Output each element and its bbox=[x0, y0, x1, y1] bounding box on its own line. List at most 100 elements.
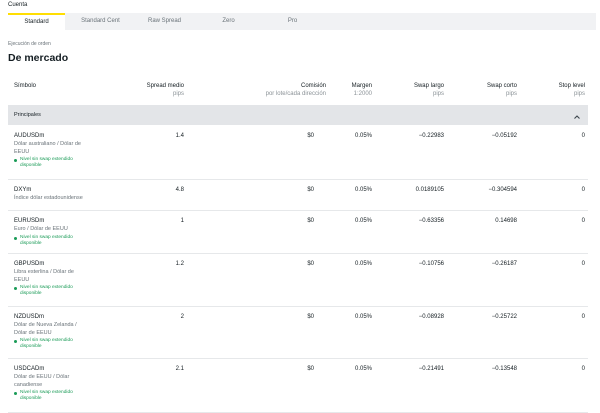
account-type-tabs: Standard Standard Cent Raw Spread Zero P… bbox=[8, 13, 596, 30]
cell-commission: $0 bbox=[307, 133, 314, 139]
col-swap-long-label: Swap largo bbox=[413, 83, 444, 89]
instrument-description: Dólar australiano / Dólar de EEUU bbox=[14, 141, 104, 156]
col-spread-unit: pips bbox=[172, 91, 184, 97]
swap-free-note-line: disponible bbox=[20, 291, 42, 296]
swap-free-note: Nivel sin swap extendido disponible bbox=[14, 285, 94, 297]
swap-free-note-line: disponible bbox=[20, 344, 42, 349]
instrument-description: Dólar de EEUU / Dólar canadiense bbox=[14, 374, 104, 389]
status-dot-icon bbox=[14, 236, 17, 240]
instrument-description-line: Euro / Dólar de EEUU bbox=[14, 226, 68, 232]
swap-free-note-line: disponible bbox=[20, 240, 42, 246]
col-swap-long: Swap largo pips bbox=[394, 82, 444, 98]
cell-swap-long: 0.0189105 bbox=[415, 187, 444, 193]
instrument-description-line: Dólar de EEUU bbox=[14, 329, 52, 336]
swap-free-note: Nivel sin swap extendido disponible bbox=[14, 235, 94, 247]
cell-swap-long: −0.22983 bbox=[418, 133, 444, 139]
cell-swap-long: −0.63356 bbox=[418, 218, 444, 224]
tab-standard[interactable]: Standard bbox=[8, 13, 65, 30]
instrument-description-line: Libra esterlina / Dólar de bbox=[14, 269, 74, 275]
cell-swap-short: −0.13548 bbox=[491, 366, 517, 372]
col-stop-level-unit: pips bbox=[573, 91, 585, 97]
cell-swap-long: −0.10756 bbox=[418, 261, 444, 267]
col-commission-unit: por lote/cada dirección bbox=[265, 91, 326, 97]
status-dot-icon bbox=[14, 159, 17, 162]
col-commission: Comisión por lote/cada dirección bbox=[216, 82, 326, 98]
col-margin-unit: 1:2000 bbox=[353, 91, 372, 97]
cell-spread: 1 bbox=[180, 218, 184, 224]
table-row: NZDUSDm Dólar de Nueva Zelanda / Dólar de … bbox=[8, 307, 588, 359]
cell-swap-short: 0.14698 bbox=[495, 218, 517, 224]
cell-spread: 4.8 bbox=[175, 187, 184, 193]
chevron-up-icon[interactable] bbox=[572, 109, 582, 119]
cell-spread: 2 bbox=[180, 314, 184, 320]
cell-stop-level: 0 bbox=[581, 314, 585, 320]
cell-stop-level: 0 bbox=[581, 218, 585, 224]
swap-free-note: Nivel sin swap extendido disponible bbox=[14, 338, 94, 350]
table-row: AUDUSDm Dólar australiano / Dólar de EEUU N… bbox=[8, 126, 588, 180]
tab-raw-spread[interactable]: Raw Spread bbox=[136, 13, 193, 30]
tab-zero[interactable]: Zero bbox=[200, 13, 257, 30]
instrument-description: Dólar de Nueva Zelanda / Dólar de EEUU bbox=[14, 322, 104, 337]
table-header: Símbolo Spread medio pips Comisión por l… bbox=[0, 82, 600, 104]
instrument-description-line: canadiense bbox=[14, 381, 43, 388]
table-row: GBPUSDm Libra esterlina / Dólar de EEUU Niv… bbox=[8, 254, 588, 307]
cell-swap-short: −0.26187 bbox=[491, 261, 517, 267]
group-principales[interactable]: Principales bbox=[8, 105, 588, 125]
col-commission-label: Comisión bbox=[300, 83, 326, 89]
status-dot-icon bbox=[14, 287, 17, 290]
cell-margin: 0.05% bbox=[354, 366, 372, 372]
col-stop-level: Stop level pips bbox=[540, 82, 585, 98]
group-label: Principales bbox=[14, 112, 41, 118]
cell-commission: $0 bbox=[307, 218, 314, 224]
instrument-description: Libra esterlina / Dólar de EEUU bbox=[14, 269, 104, 284]
cell-stop-level: 0 bbox=[581, 366, 585, 372]
swap-free-note: Nivel sin swap extendido disponible bbox=[14, 390, 94, 402]
col-swap-short-label: Swap corto bbox=[486, 83, 517, 89]
cell-swap-long: −0.21491 bbox=[418, 366, 444, 372]
instrument-description-line: Índice dólar estadounidense bbox=[14, 195, 83, 201]
cell-swap-long: −0.08928 bbox=[418, 314, 444, 320]
cell-margin: 0.05% bbox=[354, 314, 372, 320]
execution-label: Ejecución de orden bbox=[8, 41, 51, 47]
cell-spread: 2.1 bbox=[175, 366, 184, 372]
tab-pro[interactable]: Pro bbox=[264, 13, 321, 30]
col-symbol: Símbolo bbox=[14, 82, 36, 90]
instrument-symbol: USDCADm bbox=[14, 366, 45, 372]
cell-stop-level: 0 bbox=[581, 261, 585, 267]
col-spread-label: Spread medio bbox=[146, 83, 184, 89]
col-swap-long-unit: pips bbox=[432, 91, 444, 97]
table-row: DXYm Índice dólar estadounidense 4.8 $0 0.05… bbox=[8, 180, 588, 211]
instrument-description: Índice dólar estadounidense bbox=[14, 195, 104, 203]
instrument-symbol: GBPUSDm bbox=[14, 261, 45, 267]
instrument-description: Euro / Dólar de EEUU bbox=[14, 226, 104, 234]
instrument-description-line: Dólar de Nueva Zelanda / bbox=[14, 322, 77, 328]
cell-spread: 1.2 bbox=[175, 261, 184, 267]
cell-margin: 0.05% bbox=[354, 133, 372, 139]
tab-standard-cent[interactable]: Standard Cent bbox=[72, 13, 129, 30]
cell-commission: $0 bbox=[307, 366, 314, 372]
cell-margin: 0.05% bbox=[354, 187, 372, 193]
instrument-symbol: AUDUSDm bbox=[14, 133, 45, 139]
table-row: USDCADm Dólar de EEUU / Dólar canadiense Ni… bbox=[8, 359, 588, 413]
swap-free-note-line: disponible bbox=[20, 396, 42, 401]
col-swap-short: Swap corto pips bbox=[467, 82, 517, 98]
col-spread: Spread medio pips bbox=[120, 82, 184, 98]
cell-margin: 0.05% bbox=[354, 261, 372, 267]
swap-free-note-line: disponible bbox=[20, 163, 42, 168]
instrument-symbol: NZDUSDm bbox=[14, 314, 44, 320]
execution-type-heading: De mercado bbox=[8, 52, 69, 64]
cell-margin: 0.05% bbox=[354, 218, 372, 224]
account-label: Cuenta bbox=[8, 2, 28, 8]
table-row: EURUSDm Euro / Dólar de EEUU Nivel sin swa… bbox=[8, 211, 588, 254]
cell-spread: 1.4 bbox=[175, 133, 184, 139]
col-swap-short-unit: pips bbox=[505, 91, 517, 97]
cell-stop-level: 0 bbox=[581, 133, 585, 139]
instrument-description-line: EEUU bbox=[14, 276, 30, 283]
cell-commission: $0 bbox=[307, 314, 314, 320]
cell-stop-level: 0 bbox=[581, 187, 585, 193]
cell-swap-short: −0.304594 bbox=[488, 187, 517, 193]
col-margin-label: Margen bbox=[351, 83, 372, 89]
swap-free-note: Nivel sin swap extendido disponible bbox=[14, 157, 94, 169]
cell-swap-short: −0.05192 bbox=[491, 133, 517, 139]
instrument-symbol: DXYm bbox=[14, 187, 32, 193]
